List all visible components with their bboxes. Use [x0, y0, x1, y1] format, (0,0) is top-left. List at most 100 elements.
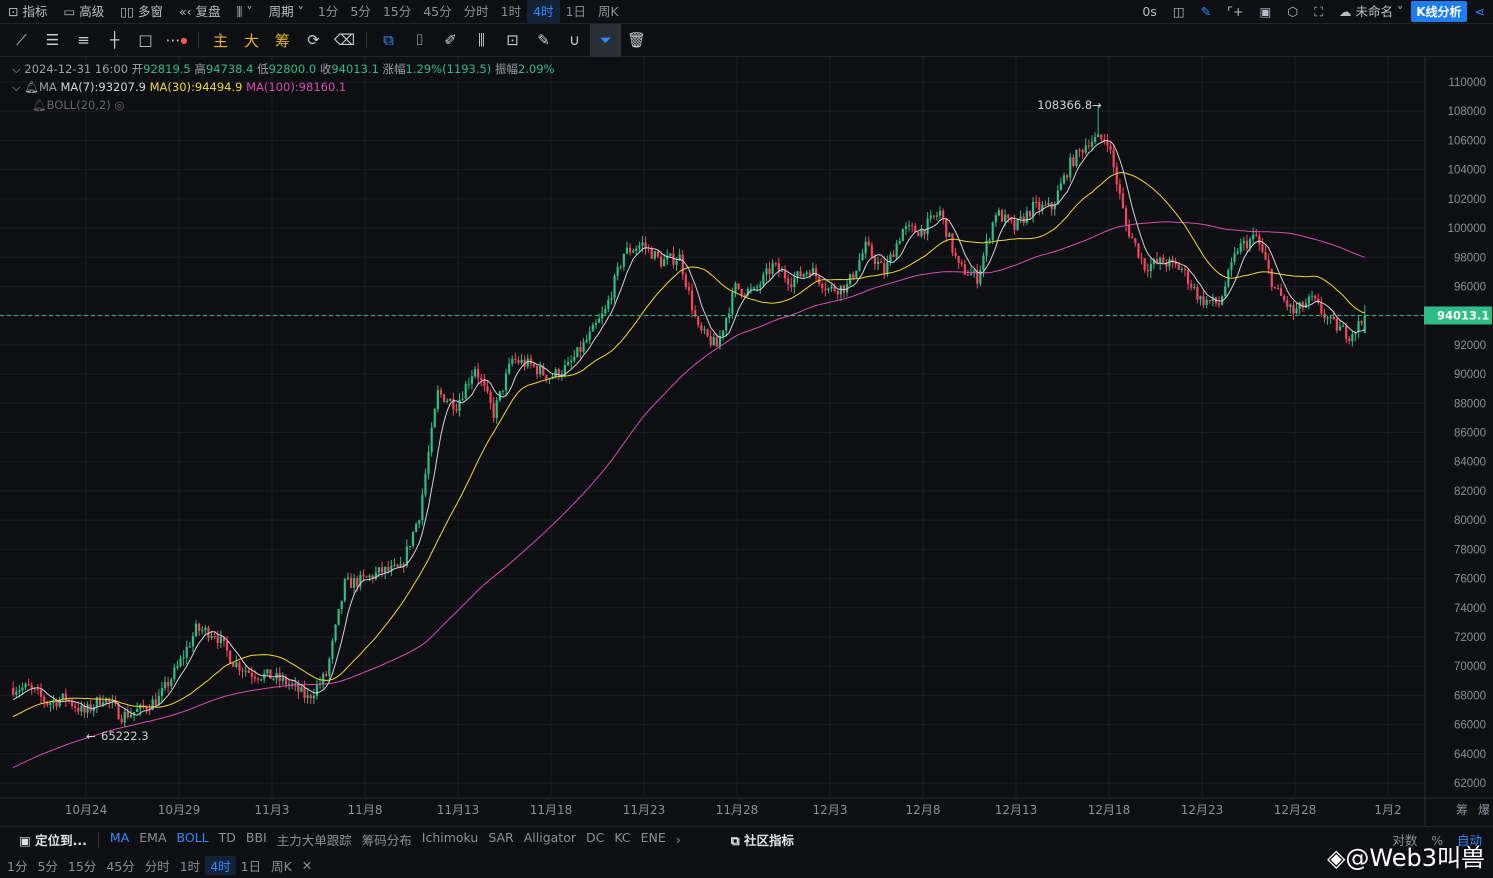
- candle-body: [1093, 137, 1097, 142]
- line-tool-icon[interactable]: ⟋: [6, 24, 37, 57]
- indicator-alligator[interactable]: Alligator: [519, 830, 581, 849]
- ruler-icon[interactable]: ⌷: [404, 24, 435, 57]
- bottom-period-5[interactable]: 1时: [175, 856, 205, 875]
- add-window-icon[interactable]: ⌜+: [1219, 0, 1251, 24]
- candle-body: [1295, 308, 1298, 314]
- bottom-period-1[interactable]: 5分: [32, 856, 62, 875]
- advanced-button[interactable]: ▭ 高级: [55, 0, 112, 24]
- candle-body: [579, 347, 582, 352]
- candle-body: [1252, 234, 1255, 240]
- candle-body: [163, 682, 167, 689]
- period-0[interactable]: 1分: [312, 0, 344, 24]
- candle-body: [1341, 326, 1345, 328]
- period-dropdown[interactable]: 周期 ˅: [261, 0, 312, 24]
- bell-icon[interactable]: 🔔︎: [32, 98, 47, 112]
- bottom-period-4[interactable]: 分时: [140, 856, 175, 875]
- multi-window-button[interactable]: ▯▯ 多窗: [112, 0, 171, 24]
- period-8[interactable]: 周K: [592, 0, 625, 24]
- bottom-period-0[interactable]: 1分: [2, 856, 32, 875]
- period-1[interactable]: 5分: [344, 0, 376, 24]
- price-tick: 108000: [1448, 106, 1486, 118]
- eraser-icon[interactable]: ⌫: [329, 24, 360, 57]
- indicator-kc[interactable]: KC: [609, 830, 635, 849]
- price-chart[interactable]: 62000 64000 66000 68000 70000 72000 74000 76000…: [0, 57, 1493, 827]
- candle-body: [880, 261, 883, 264]
- indicator-筹码分布[interactable]: 筹码分布: [357, 830, 417, 849]
- bottom-period-8[interactable]: 周K: [266, 856, 297, 875]
- bottom-period-3[interactable]: 45分: [101, 856, 139, 875]
- locate-button[interactable]: ▣ 定位到...: [14, 830, 92, 849]
- danmaku-icon[interactable]: ▣: [1251, 0, 1279, 24]
- lock-icon[interactable]: ⊡: [497, 24, 528, 57]
- candle-body: [433, 409, 436, 428]
- magnet-icon[interactable]: ∪: [559, 24, 590, 57]
- candle-body: [1267, 259, 1270, 270]
- candle-body: [253, 677, 257, 679]
- indicator-ichimoku[interactable]: Ichimoku: [417, 830, 484, 849]
- big-tool[interactable]: 大: [236, 24, 267, 57]
- period-5[interactable]: 1时: [495, 0, 527, 24]
- candle-body: [1097, 134, 1100, 138]
- candle-body: [1236, 251, 1239, 254]
- indicator-ma[interactable]: MA: [105, 830, 134, 849]
- candles-icon[interactable]: ⫼: [466, 24, 497, 57]
- indicator-boll[interactable]: BOLL: [172, 830, 214, 849]
- collapse-icon[interactable]: ⌵: [12, 80, 21, 94]
- bottom-period-7[interactable]: 1日: [236, 856, 266, 875]
- filter-icon[interactable]: ⏷: [590, 23, 621, 57]
- chart-type-dropdown[interactable]: ⫼ ˅: [229, 0, 261, 24]
- price-tick: 74000: [1454, 603, 1486, 615]
- period-3[interactable]: 45分: [417, 0, 457, 24]
- camera-icon[interactable]: ◫: [1165, 0, 1193, 24]
- replay-button[interactable]: «‹ 复盘: [171, 0, 229, 24]
- indicator-button[interactable]: ⊡ 指标: [0, 0, 55, 24]
- more-icon[interactable]: ⋯ ●: [161, 24, 192, 57]
- candle-body: [486, 385, 489, 392]
- close-icon[interactable]: ✕: [297, 858, 317, 873]
- hidden-eye-icon[interactable]: ◎: [114, 98, 124, 112]
- chart-background: [0, 57, 1493, 827]
- indicator-主力大单跟踪[interactable]: 主力大单跟踪: [272, 830, 357, 849]
- community-indicators-button[interactable]: ⧉ 社区指标: [726, 830, 799, 849]
- layout-dropdown[interactable]: ☁ 未命名 ˅: [1331, 0, 1411, 24]
- kline-analysis-button[interactable]: K线分析: [1411, 1, 1467, 22]
- candle-body: [340, 600, 343, 610]
- indicator-ema[interactable]: EMA: [134, 830, 171, 849]
- indicator-bbi[interactable]: BBI: [241, 830, 272, 849]
- share-icon[interactable]: ⋖: [1467, 0, 1493, 24]
- period-4[interactable]: 分时: [458, 0, 495, 24]
- bottom-period-2[interactable]: 15分: [63, 856, 101, 875]
- candle-body: [675, 260, 678, 265]
- rectangle-icon[interactable]: □: [130, 24, 161, 57]
- main-tool[interactable]: 主: [205, 24, 236, 57]
- candle-body: [669, 253, 672, 256]
- pencil-icon[interactable]: ✎: [1193, 0, 1219, 24]
- horizontal-line-icon[interactable]: ┼: [99, 24, 130, 57]
- candle-body: [504, 373, 508, 391]
- candle-body: [1019, 216, 1022, 219]
- indicator-sar[interactable]: SAR: [483, 830, 518, 849]
- candle-body: [225, 641, 229, 651]
- collapse-icon[interactable]: ⌵: [12, 62, 21, 76]
- chip-tool[interactable]: 筹: [267, 24, 298, 57]
- candle-body: [892, 254, 895, 258]
- sync-icon[interactable]: ⟳: [298, 24, 329, 57]
- note-icon[interactable]: ✎: [528, 24, 559, 57]
- settings-icon[interactable]: ⬡: [1279, 0, 1306, 24]
- parallel-line-icon[interactable]: ☰: [37, 24, 68, 57]
- indicator-td[interactable]: TD: [214, 830, 241, 849]
- period-6[interactable]: 4时: [527, 0, 560, 24]
- bottom-period-6[interactable]: 4时: [205, 855, 236, 875]
- period-2[interactable]: 15分: [377, 0, 417, 24]
- fullscreen-icon[interactable]: ⛶: [1306, 0, 1331, 24]
- trash-icon[interactable]: 🗑: [621, 24, 652, 57]
- fib-icon[interactable]: ≡: [68, 24, 99, 57]
- indicator-ene[interactable]: ENE: [636, 830, 671, 849]
- bookmark-icon[interactable]: ⧉: [373, 24, 404, 57]
- bell-icon[interactable]: 🔔︎: [24, 80, 39, 94]
- period-7[interactable]: 1日: [560, 0, 592, 24]
- candle-body: [681, 254, 684, 275]
- indicator-dc[interactable]: DC: [581, 830, 609, 849]
- more-indicators-icon[interactable]: ›: [671, 832, 686, 847]
- brush-icon[interactable]: ✐: [435, 24, 466, 57]
